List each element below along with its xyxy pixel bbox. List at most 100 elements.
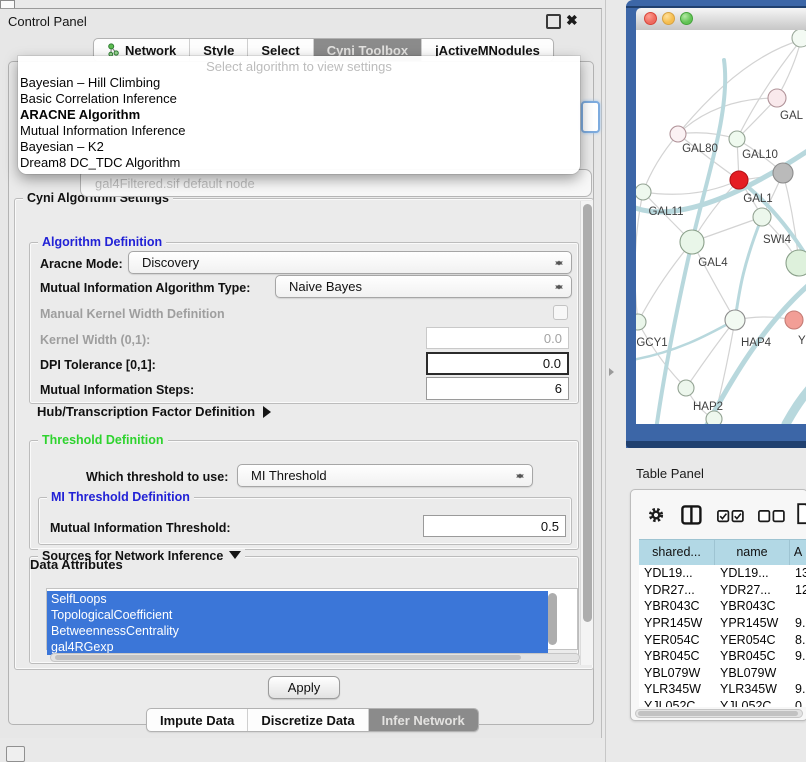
network-edge-highlighted[interactable] [735, 217, 762, 320]
network-edge[interactable] [678, 133, 737, 139]
split-view-columns-icon[interactable] [681, 505, 702, 525]
inference-algorithm-combo-fragment[interactable] [581, 101, 600, 133]
dpi-tolerance-label: DPI Tolerance [0,1]: [40, 358, 156, 372]
mi-algorithm-type-combo[interactable]: Naive Bayes [275, 275, 572, 298]
network-edge[interactable] [638, 322, 686, 388]
dropdown-item-mutual-information-inference[interactable]: Mutual Information Inference [18, 123, 580, 139]
select-all-checkboxes-icon[interactable] [717, 510, 744, 523]
table-cell: YBR045C [639, 649, 715, 663]
dpi-tolerance-field[interactable]: 0.0 [426, 352, 569, 375]
network-node-gal[interactable] [768, 89, 786, 107]
close-panel-icon[interactable]: ✖ [566, 13, 578, 27]
manual-kernel-width-checkbox[interactable] [553, 305, 568, 320]
close-window-icon[interactable] [644, 12, 657, 25]
network-edge-highlighted[interactable] [656, 242, 692, 424]
table-cell: 9. [790, 649, 806, 663]
aracne-mode-combo[interactable]: Discovery [128, 251, 572, 274]
threshold-definition-group: Threshold Definition Which threshold to … [29, 440, 579, 550]
apply-button[interactable]: Apply [268, 676, 340, 699]
hub-definition-expander[interactable]: Hub/Transcription Factor Definition [37, 403, 277, 421]
table-row[interactable]: YBR045CYBR045C9. [639, 648, 806, 665]
table-horizontal-scrollbar-thumb[interactable] [638, 711, 798, 716]
gear-icon[interactable] [647, 506, 665, 524]
table-row[interactable]: YPR145WYPR145W9. [639, 615, 806, 632]
kernel-width-field[interactable]: 0.0 [426, 327, 569, 349]
column-header-shared[interactable]: shared... [639, 540, 715, 566]
network-edge[interactable] [692, 242, 735, 320]
mi-steps-field[interactable]: 6 [426, 377, 569, 400]
table-panel-title: Table Panel [636, 466, 704, 481]
dropdown-item-bayesian-k2[interactable]: Bayesian – K2 [18, 139, 580, 155]
collapsed-panel-icon[interactable] [6, 746, 25, 762]
table-row[interactable]: YBL079WYBL079W [639, 665, 806, 682]
new-file-icon[interactable] [797, 503, 806, 525]
table-cell: YER054C [715, 633, 790, 647]
table-horizontal-scrollbar[interactable] [635, 709, 803, 718]
list-item-selfloops[interactable]: SelfLoops [47, 591, 548, 607]
dropdown-item-bayesian-hill-climbing[interactable]: Bayesian – Hill Climbing [18, 75, 580, 91]
mi-threshold-field[interactable]: 0.5 [423, 515, 566, 537]
network-node-hap2[interactable] [678, 380, 694, 396]
network-node[interactable] [792, 30, 806, 47]
table-row[interactable]: YLR345WYLR345W9. [639, 681, 806, 698]
network-node-swi4[interactable] [753, 208, 771, 226]
tab-label: Infer Network [382, 713, 465, 728]
network-node-gal4[interactable] [680, 230, 704, 254]
network-node-gal10[interactable] [729, 131, 745, 147]
panel-splitter[interactable] [605, 0, 606, 762]
column-header-name[interactable]: name [715, 540, 790, 566]
control-panel-window: Control Panel ✖ NetworkStyleSelectCyni T… [0, 8, 602, 738]
network-node-gal11[interactable] [636, 184, 651, 200]
list-horizontal-scrollbar-thumb[interactable] [55, 655, 521, 660]
collapse-arrow-icon[interactable] [229, 551, 241, 565]
float-panel-icon[interactable] [546, 14, 561, 29]
table-row[interactable]: YER054CYER054C8. [639, 631, 806, 648]
network-edge[interactable] [643, 134, 678, 192]
zoom-window-icon[interactable] [680, 12, 693, 25]
kernel-width-label: Kernel Width (0,1): [40, 333, 150, 347]
network-window-titlebar[interactable] [636, 8, 806, 31]
minimize-window-icon[interactable] [662, 12, 675, 25]
network-node-gal1[interactable] [730, 171, 748, 189]
column-header-a[interactable]: A [790, 540, 806, 566]
list-scrollbar-thumb[interactable] [548, 593, 557, 645]
node-label-gal80: GAL80 [682, 143, 718, 155]
list-item-betweennesscentrality[interactable]: BetweennessCentrality [47, 623, 548, 639]
expand-arrow-icon[interactable] [263, 406, 277, 418]
table-row[interactable]: YDL19...YDL19...13 [639, 565, 806, 582]
network-edge[interactable] [737, 40, 801, 139]
network-edge[interactable] [686, 320, 735, 388]
table-cell: 12 [790, 583, 806, 597]
list-horizontal-scrollbar[interactable] [50, 653, 580, 662]
dropdown-item-basic-correlation-inference[interactable]: Basic Correlation Inference [18, 91, 580, 107]
settings-scrollbar[interactable] [580, 201, 593, 665]
table-cell: 0. [790, 699, 806, 707]
network-node-gal80[interactable] [670, 126, 686, 142]
tab-infer-network[interactable]: Infer Network [369, 709, 478, 731]
splitter-collapse-icon[interactable] [609, 368, 618, 376]
network-node-gcy1[interactable] [636, 314, 646, 330]
table-row[interactable]: YJL052CYJL052C0. [639, 698, 806, 707]
list-item-topologicalcoefficient[interactable]: TopologicalCoefficient [47, 607, 548, 623]
tab-impute-data[interactable]: Impute Data [147, 709, 248, 731]
mi-threshold-value: 0.5 [541, 519, 559, 534]
which-threshold-combo[interactable]: MI Threshold [237, 464, 533, 487]
tab-discretize-data[interactable]: Discretize Data [248, 709, 368, 731]
table-cell: 9. [790, 616, 806, 630]
mi-threshold-definition-title: MI Threshold Definition [47, 490, 194, 505]
network-node-y[interactable] [785, 311, 803, 329]
deselect-all-checkboxes-icon[interactable] [758, 510, 785, 523]
network-edge[interactable] [643, 180, 739, 194]
table-cell: YJL052C [639, 699, 715, 707]
network-node[interactable] [786, 250, 806, 276]
dropdown-item-dream8-dc-tdc-algorithm[interactable]: Dream8 DC_TDC Algorithm [18, 155, 580, 171]
settings-scrollbar-thumb[interactable] [583, 204, 592, 622]
network-node-hap4[interactable] [725, 310, 745, 330]
table-row[interactable]: YDR27...YDR27...12 [639, 582, 806, 599]
mi-steps-label: Mutual Information Steps: [40, 383, 194, 397]
network-edge-highlighted[interactable] [786, 382, 806, 424]
node-label-gal4: GAL4 [698, 257, 728, 269]
dropdown-item-aracne-algorithm[interactable]: ARACNE Algorithm [18, 107, 580, 123]
table-row[interactable]: YBR043CYBR043C [639, 598, 806, 615]
network-node[interactable] [773, 163, 793, 183]
